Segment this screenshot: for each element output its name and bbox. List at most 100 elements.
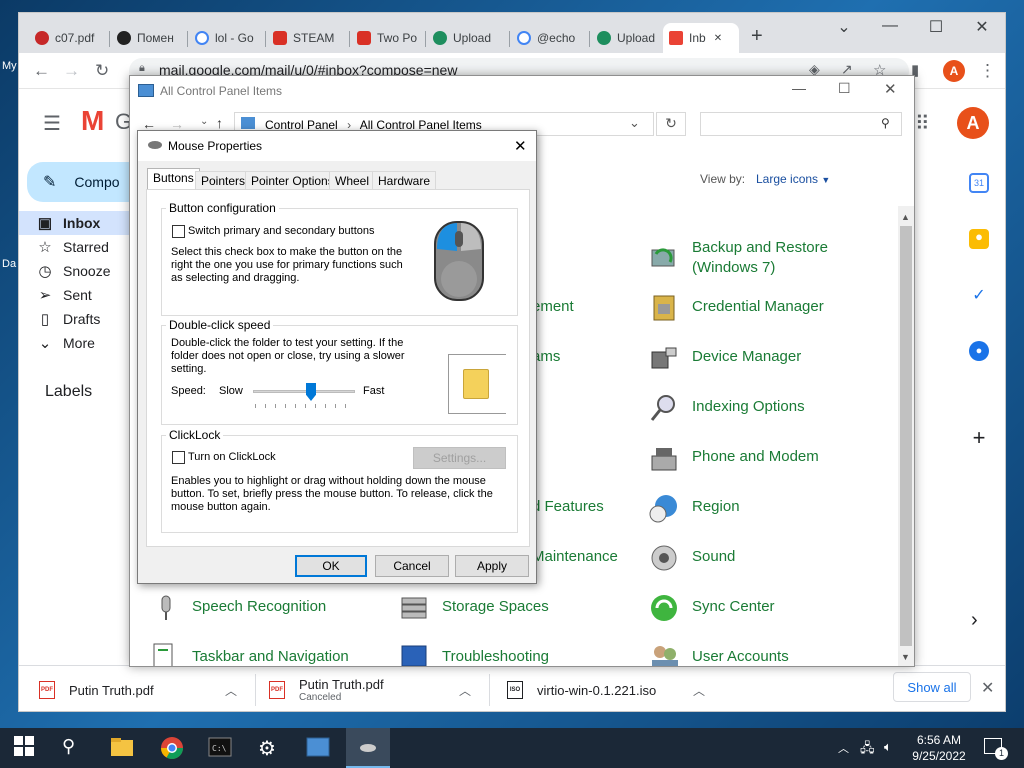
profile-avatar[interactable]: A bbox=[943, 60, 965, 82]
browser-tab-active[interactable]: Inb ✕ bbox=[663, 23, 739, 53]
cp-item-credential-manager[interactable]: Credential Manager bbox=[692, 298, 824, 315]
tab-pointer-options[interactable]: Pointer Options bbox=[245, 171, 340, 189]
forward-icon[interactable]: → bbox=[63, 61, 80, 81]
sync-center-icon[interactable] bbox=[648, 592, 680, 624]
tasks-icon[interactable]: ✓ bbox=[969, 285, 989, 305]
cp-item-partial[interactable]: Maintenance bbox=[532, 548, 618, 565]
keep-icon[interactable]: ● bbox=[969, 229, 989, 249]
download-item[interactable]: PDF Putin Truth.pdf bbox=[39, 666, 249, 711]
ok-button[interactable]: OK bbox=[295, 555, 367, 577]
kebab-menu-icon[interactable]: ⋮ bbox=[979, 61, 996, 81]
gmail-profile-avatar[interactable]: A bbox=[957, 107, 989, 139]
apply-button[interactable]: Apply bbox=[455, 555, 529, 577]
download-item[interactable]: PDF Putin Truth.pdf Canceled bbox=[269, 666, 479, 711]
cp-item-partial[interactable]: d Features bbox=[532, 498, 604, 515]
switch-buttons-checkbox[interactable] bbox=[172, 225, 185, 238]
reload-icon[interactable]: ↻ bbox=[95, 61, 109, 81]
browser-tab[interactable]: Помен bbox=[111, 23, 185, 53]
cp-item-region[interactable]: Region bbox=[692, 498, 740, 515]
add-icon[interactable]: + bbox=[969, 427, 989, 449]
view-by-dropdown[interactable]: Large icons ▼ bbox=[756, 172, 830, 186]
scroll-up-arrow-icon[interactable]: ▲ bbox=[901, 212, 910, 222]
gmail-logo-icon[interactable]: M bbox=[81, 105, 104, 137]
minimize-icon[interactable]: — bbox=[867, 17, 913, 35]
hamburger-menu-icon[interactable]: ☰ bbox=[43, 111, 61, 136]
cp-item-storage-spaces[interactable]: Storage Spaces bbox=[442, 598, 549, 615]
notification-center-icon[interactable]: 1 bbox=[984, 738, 1008, 760]
cp-item-indexing-options[interactable]: Indexing Options bbox=[692, 398, 805, 415]
chevron-down-icon[interactable]: ⌄ bbox=[629, 115, 640, 131]
user-accounts-icon[interactable] bbox=[648, 642, 680, 666]
control-panel-taskbar-icon[interactable] bbox=[306, 736, 330, 760]
speed-slider-track[interactable] bbox=[253, 383, 355, 401]
close-icon[interactable]: ✕ bbox=[714, 33, 722, 44]
browser-tab[interactable]: Two Po bbox=[351, 23, 423, 53]
settings-gear-icon[interactable]: ⚙ bbox=[258, 736, 282, 760]
calendar-icon[interactable]: 31 bbox=[969, 173, 989, 193]
cp-item-speech-recognition[interactable]: Speech Recognition bbox=[192, 598, 326, 615]
mouse-properties-taskbar-button[interactable] bbox=[346, 728, 390, 768]
folder-icon[interactable] bbox=[463, 369, 489, 399]
back-icon[interactable]: ← bbox=[33, 61, 50, 81]
cp-item-backup-restore[interactable]: Backup and Restore (Windows 7) bbox=[692, 238, 828, 278]
close-icon[interactable]: ✕ bbox=[959, 17, 1005, 37]
tab-wheel[interactable]: Wheel bbox=[329, 171, 376, 189]
indexing-options-icon[interactable] bbox=[648, 392, 680, 424]
checkbox-label[interactable]: Turn on ClickLock bbox=[188, 451, 276, 464]
browser-tab[interactable]: @echo bbox=[511, 23, 587, 53]
cp-item-taskbar-navigation[interactable]: Taskbar and Navigation bbox=[192, 648, 349, 665]
phone-modem-icon[interactable] bbox=[648, 442, 680, 474]
chevron-up-icon[interactable]: ︿ bbox=[838, 740, 849, 756]
browser-tab[interactable]: lol - Go bbox=[189, 23, 263, 53]
apps-grid-icon[interactable]: ⠿ bbox=[915, 111, 930, 136]
chevron-up-icon[interactable]: ︿ bbox=[693, 682, 705, 699]
cp-item-partial[interactable]: ement bbox=[532, 298, 574, 315]
browser-tab[interactable]: c07.pdf bbox=[29, 23, 107, 53]
troubleshooting-icon[interactable] bbox=[398, 642, 430, 666]
volume-icon[interactable]: 🔈︎ bbox=[884, 739, 892, 755]
clicklock-settings-button[interactable]: Settings... bbox=[413, 447, 506, 469]
region-icon[interactable] bbox=[648, 492, 680, 524]
cp-item-user-accounts[interactable]: User Accounts bbox=[692, 648, 789, 665]
chrome-icon[interactable] bbox=[160, 736, 184, 760]
cp-item-sync-center[interactable]: Sync Center bbox=[692, 598, 775, 615]
chevron-down-icon[interactable]: ⌄ bbox=[200, 116, 208, 127]
command-prompt-icon[interactable]: C:\ bbox=[208, 736, 232, 760]
backup-restore-icon[interactable] bbox=[648, 240, 680, 272]
device-manager-icon[interactable] bbox=[648, 342, 680, 374]
vertical-scrollbar[interactable]: ▲ ▼ bbox=[898, 206, 914, 666]
search-icon[interactable]: ⚲ bbox=[62, 736, 86, 760]
windows-start-icon[interactable] bbox=[14, 736, 38, 760]
storage-spaces-icon[interactable] bbox=[398, 592, 430, 624]
checkbox-label[interactable]: Switch primary and secondary buttons bbox=[188, 225, 374, 238]
minimize-icon[interactable]: — bbox=[792, 80, 806, 96]
credential-manager-icon[interactable] bbox=[648, 292, 680, 324]
chevron-right-icon[interactable]: › bbox=[971, 609, 978, 632]
cp-item-troubleshooting[interactable]: Troubleshooting bbox=[442, 648, 549, 665]
chevron-up-icon[interactable]: ︿ bbox=[225, 682, 237, 699]
tab-buttons[interactable]: Buttons bbox=[147, 168, 200, 190]
desktop-icon-label[interactable]: My bbox=[2, 60, 17, 72]
browser-tab[interactable]: Upload bbox=[591, 23, 663, 53]
close-downloads-button[interactable]: ✕ bbox=[981, 678, 994, 698]
file-explorer-icon[interactable] bbox=[110, 736, 134, 760]
cp-item-sound[interactable]: Sound bbox=[692, 548, 735, 565]
chevron-up-icon[interactable]: ︿ bbox=[459, 682, 471, 699]
microphone-icon[interactable] bbox=[150, 592, 182, 624]
show-all-button[interactable]: Show all bbox=[893, 672, 971, 702]
speed-slider-thumb[interactable] bbox=[306, 383, 316, 401]
taskbar-navigation-icon[interactable] bbox=[150, 642, 182, 666]
contacts-icon[interactable]: ● bbox=[969, 341, 989, 361]
up-arrow-icon[interactable]: ↑ bbox=[216, 115, 223, 131]
cancel-button[interactable]: Cancel bbox=[375, 555, 449, 577]
close-icon[interactable]: ✕ bbox=[514, 137, 527, 155]
cp-item-phone-modem[interactable]: Phone and Modem bbox=[692, 448, 819, 465]
tab-pointers[interactable]: Pointers bbox=[195, 171, 252, 189]
maximize-icon[interactable]: ☐ bbox=[838, 80, 851, 97]
sound-icon[interactable] bbox=[648, 542, 680, 574]
tab-hardware[interactable]: Hardware bbox=[372, 171, 437, 189]
system-clock[interactable]: 6:56 AM 9/25/2022 bbox=[902, 732, 976, 764]
scrollbar-thumb[interactable] bbox=[900, 226, 912, 646]
clicklock-checkbox[interactable] bbox=[172, 451, 185, 464]
refresh-button[interactable]: ↻ bbox=[656, 112, 686, 136]
